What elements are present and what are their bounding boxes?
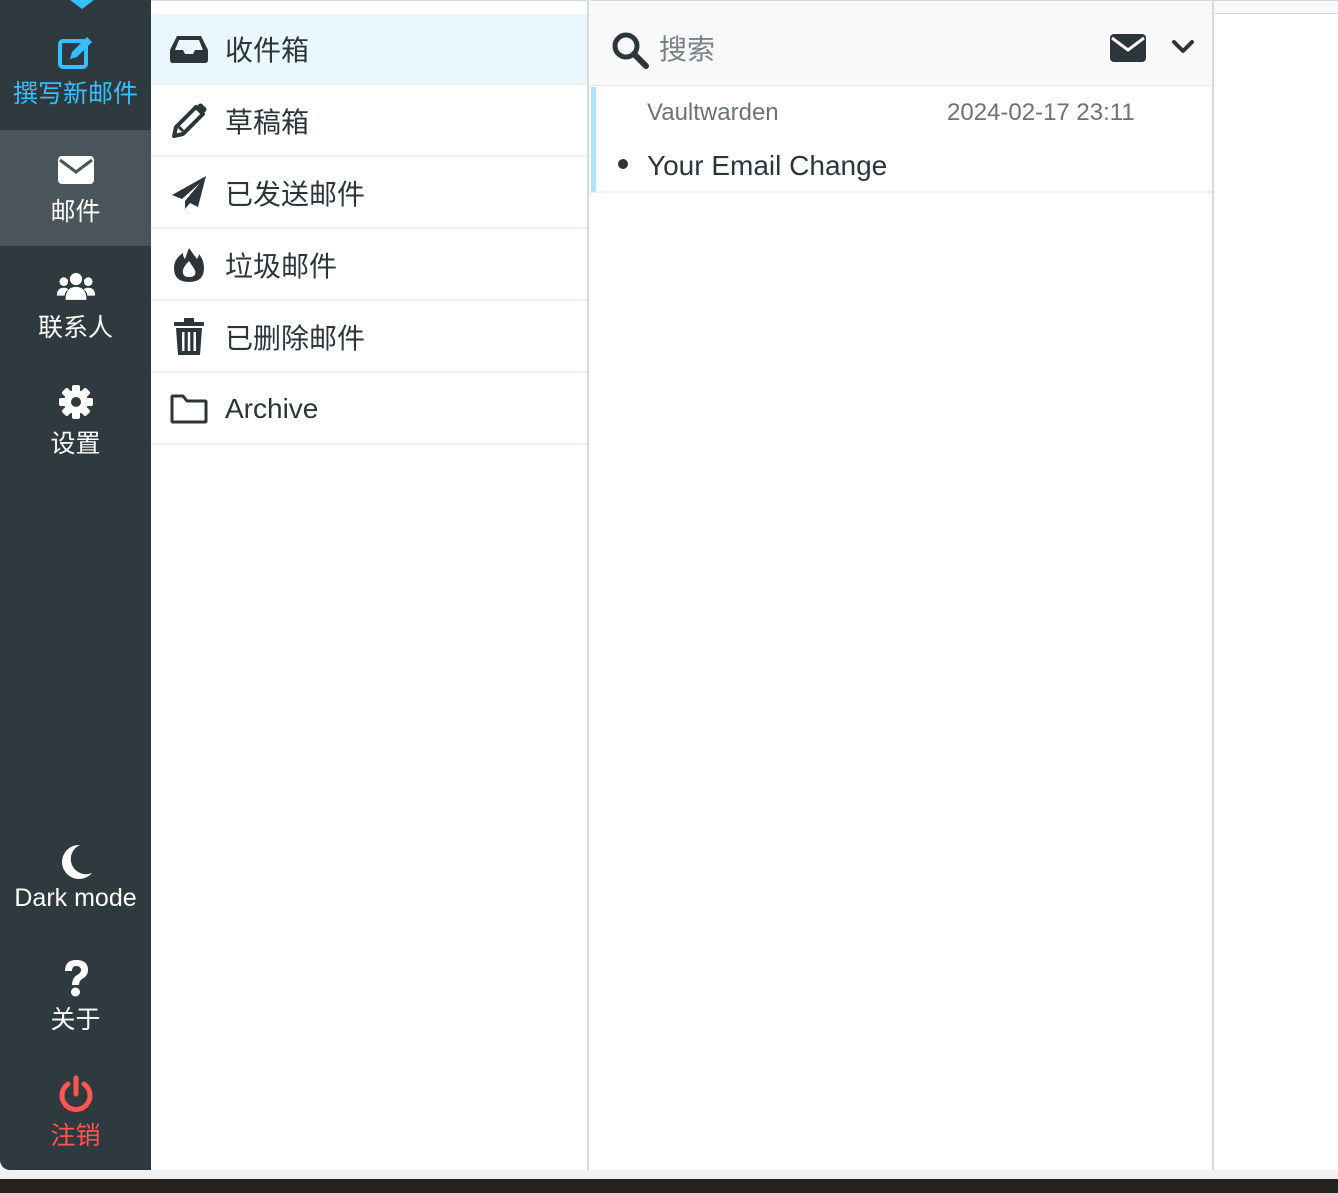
about-button[interactable]: 关于: [0, 938, 151, 1054]
message-sender: Vaultwarden: [647, 99, 779, 126]
folder-item-sent[interactable]: 已发送邮件: [151, 158, 587, 229]
paper-plane-icon: [169, 173, 209, 213]
envelope-icon[interactable]: [1109, 33, 1147, 68]
search-input[interactable]: [657, 27, 1061, 73]
message-date: 2024-02-17 23:11: [947, 99, 1135, 126]
app-window: 撰写新邮件 邮件 联系人 设置 Dark mode 关于 注销 收件箱 草稿箱 …: [0, 0, 1338, 1170]
message-list-panel: Vaultwarden 2024-02-17 23:11 Your Email …: [591, 0, 1214, 1170]
mail-label: 邮件: [50, 198, 101, 226]
settings-button[interactable]: 设置: [0, 362, 151, 478]
unread-indicator: [618, 159, 628, 169]
task-menu: 撰写新邮件 邮件 联系人 设置 Dark mode 关于 注销: [0, 0, 151, 1170]
folder-item-junk[interactable]: 垃圾邮件: [151, 230, 587, 301]
window-bottom-edge: [0, 1170, 1338, 1193]
fire-icon: [169, 245, 209, 285]
message-preview-panel: [1214, 0, 1338, 1170]
trash-icon: [169, 317, 209, 357]
message-subject: Your Email Change: [647, 150, 888, 181]
mail-button[interactable]: 邮件: [0, 130, 151, 246]
folder-name: Archive: [225, 392, 319, 424]
folder-list: 收件箱 草稿箱 已发送邮件 垃圾邮件 已删除邮件 Archive: [151, 0, 589, 1170]
folder-name: 垃圾邮件: [225, 250, 338, 282]
pencil-icon: [169, 101, 209, 141]
about-label: 关于: [50, 1006, 101, 1034]
search-bar: [591, 13, 1212, 86]
folder-name: 已删除邮件: [225, 322, 366, 354]
search-icon[interactable]: [611, 31, 649, 74]
compose-label: 撰写新邮件: [12, 80, 138, 108]
power-icon: [56, 1074, 96, 1114]
inbox-icon: [169, 29, 209, 69]
folder-icon: [169, 389, 209, 429]
message-row[interactable]: Vaultwarden 2024-02-17 23:11 Your Email …: [591, 87, 1212, 193]
folder-item-archive[interactable]: Archive: [151, 374, 587, 445]
logout-label: 注销: [50, 1122, 101, 1150]
settings-label: 设置: [50, 430, 101, 458]
question-icon: [56, 958, 96, 998]
folder-item-trash[interactable]: 已删除邮件: [151, 302, 587, 373]
folder-name: 收件箱: [225, 34, 310, 66]
preview-header-strip: [1214, 1, 1338, 14]
compose-icon: [56, 32, 96, 72]
dark-mode-toggle[interactable]: Dark mode: [0, 822, 151, 938]
envelope-icon: [56, 150, 96, 190]
logout-button[interactable]: 注销: [0, 1054, 151, 1170]
desktop-background: [0, 1179, 1338, 1193]
chevron-down-icon[interactable]: [1171, 39, 1195, 60]
folder-name: 草稿箱: [225, 106, 310, 138]
moon-icon: [56, 842, 96, 882]
contacts-button[interactable]: 联系人: [0, 246, 151, 362]
folder-name: 已发送邮件: [225, 178, 366, 210]
contacts-label: 联系人: [37, 314, 113, 342]
dark-mode-label: Dark mode: [14, 884, 137, 912]
folder-item-drafts[interactable]: 草稿箱: [151, 86, 587, 157]
menu-collapse-marker: [70, 0, 94, 9]
folder-item-inbox[interactable]: 收件箱: [151, 14, 587, 85]
compose-button[interactable]: 撰写新邮件: [0, 12, 151, 128]
users-icon: [56, 266, 96, 306]
gear-icon: [56, 382, 96, 422]
